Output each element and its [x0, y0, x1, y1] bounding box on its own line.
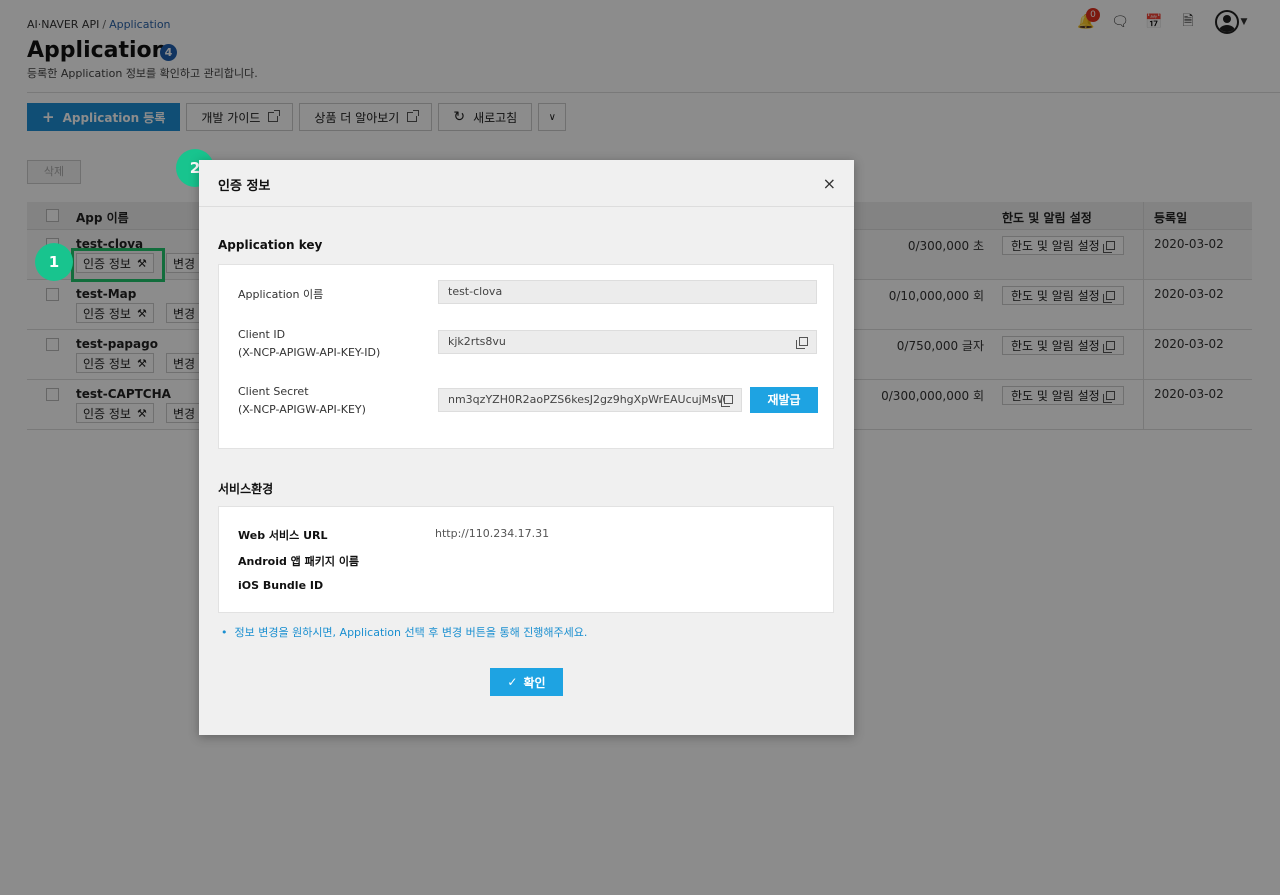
- info-note: • 정보 변경을 원하시면, Application 선택 후 변경 버튼을 통…: [221, 624, 587, 640]
- client-secret-label: Client Secret: [238, 385, 309, 398]
- check-icon: ✓: [507, 675, 518, 689]
- client-id-field: kjk2rts8vu: [438, 330, 817, 354]
- bullet-icon: •: [221, 626, 235, 639]
- app-key-section-title: Application key: [218, 238, 323, 252]
- auth-info-modal: 인증 정보 × Application key Application 이름 t…: [199, 160, 854, 735]
- step-marker-1: 1: [35, 243, 73, 281]
- service-section-title: 서비스환경: [218, 482, 274, 496]
- client-secret-value: nm3qzYZH0R2aoPZS6kesJ2gz9hgXpWrEAUcujMsW: [448, 393, 728, 406]
- client-secret-field: nm3qzYZH0R2aoPZS6kesJ2gz9hgXpWrEAUcujMsW: [438, 388, 742, 412]
- copy-icon[interactable]: [796, 337, 808, 349]
- client-secret-sublabel: (X-NCP-APIGW-API-KEY): [238, 403, 366, 416]
- modal-header: 인증 정보 ×: [199, 160, 854, 207]
- web-url-label: Web 서비스 URL: [238, 529, 328, 542]
- web-url-value: http://110.234.17.31: [435, 527, 550, 540]
- close-icon[interactable]: ×: [823, 174, 836, 193]
- app-name-field: test-clova: [438, 280, 817, 304]
- reissue-button[interactable]: 재발급: [750, 387, 818, 413]
- app-key-panel: Application 이름 test-clova Client ID (X-N…: [218, 264, 834, 449]
- client-id-value: kjk2rts8vu: [448, 335, 506, 348]
- modal-title: 인증 정보: [218, 179, 271, 194]
- service-panel: Web 서비스 URL http://110.234.17.31 Android…: [218, 506, 834, 613]
- copy-icon[interactable]: [721, 395, 733, 407]
- app-name-label: Application 이름: [238, 288, 324, 301]
- confirm-label: 확인: [523, 675, 546, 690]
- client-id-sublabel: (X-NCP-APIGW-API-KEY-ID): [238, 346, 381, 359]
- android-package-label: Android 앱 패키지 이름: [238, 555, 360, 568]
- ios-bundle-label: iOS Bundle ID: [238, 579, 324, 592]
- client-id-label: Client ID: [238, 328, 286, 341]
- note-text: 정보 변경을 원하시면, Application 선택 후 변경 버튼을 통해 …: [234, 626, 588, 639]
- confirm-button[interactable]: ✓ 확인: [490, 668, 563, 696]
